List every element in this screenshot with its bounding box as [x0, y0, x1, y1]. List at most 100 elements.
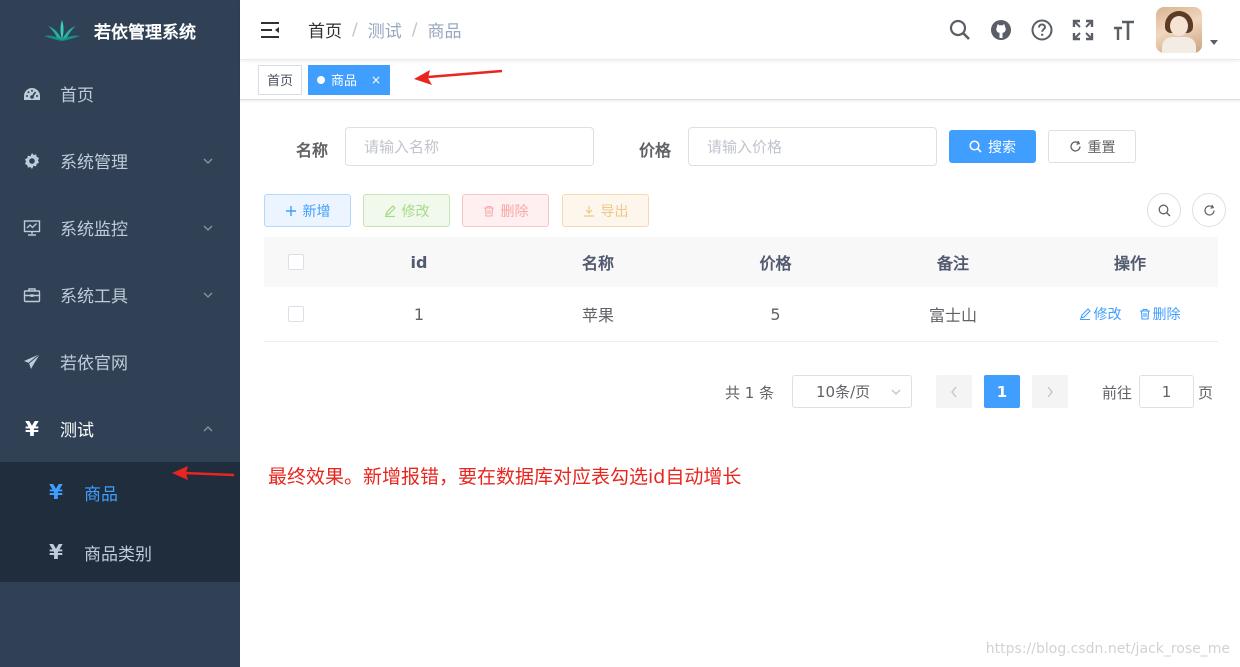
tab-home[interactable]: 首页 — [258, 64, 303, 95]
download-icon — [583, 205, 594, 217]
table-row: 1 苹果 5 富士山 修改 删除 — [264, 287, 1218, 342]
column-header-remark: 备注 — [936, 254, 969, 273]
edit-icon — [1080, 308, 1092, 320]
fullscreen-icon[interactable] — [1071, 18, 1095, 42]
search-icon — [969, 140, 982, 153]
font-size-icon[interactable] — [1112, 18, 1136, 42]
cell-remark: 富士山 — [928, 306, 977, 325]
sidebar-item-label: 首页 — [60, 86, 94, 106]
goto-label: 前往 — [1102, 384, 1133, 402]
tags-view: 首页 商品 × — [240, 60, 1240, 100]
add-button[interactable]: 新增 — [264, 194, 351, 227]
export-button[interactable]: 导出 — [562, 194, 649, 227]
sidebar-item-test[interactable]: ¥ 测试 — [0, 395, 240, 462]
sidebar-item-label: 系统管理 — [60, 153, 128, 173]
page-size-value: 10条/页 — [816, 383, 871, 401]
hamburger-icon[interactable] — [260, 20, 280, 40]
yen-icon: ¥ — [49, 540, 63, 564]
search-button[interactable]: 搜索 — [949, 130, 1036, 163]
breadcrumb: 首页 / 测试 / 商品 — [308, 17, 462, 43]
name-label: 名称 — [296, 141, 329, 160]
prev-page-button[interactable] — [936, 375, 972, 408]
delete-button[interactable]: 删除 — [462, 194, 549, 227]
plus-icon — [285, 205, 296, 216]
page-size-select[interactable]: 10条/页 — [792, 375, 912, 408]
sidebar-item-label: 测试 — [60, 421, 94, 441]
name-input[interactable]: 请输入名称 — [345, 127, 594, 166]
search-form: 名称 请输入名称 价格 请输入价格 搜索 重置 — [240, 127, 1240, 167]
trash-icon — [1139, 308, 1150, 320]
yen-icon: ¥ — [49, 480, 63, 504]
sidebar-item-label: 商品类别 — [84, 544, 152, 565]
row-checkbox[interactable] — [288, 306, 304, 322]
tab-goods[interactable]: 商品 × — [308, 64, 391, 95]
sidebar-item-tools[interactable]: 系统工具 — [0, 261, 240, 328]
row-edit-label: 修改 — [1093, 307, 1122, 323]
sidebar-item-label: 商品 — [84, 484, 118, 505]
search-icon — [1158, 204, 1170, 216]
goto-page-input[interactable]: 1 — [1139, 375, 1194, 408]
table-header: id 名称 价格 备注 操作 — [264, 237, 1218, 287]
select-all-checkbox[interactable] — [288, 254, 304, 270]
sidebar-item-monitor[interactable]: 系统监控 — [0, 194, 240, 261]
export-button-label: 导出 — [600, 203, 629, 220]
right-menu — [931, 0, 1218, 60]
navbar: 首页 / 测试 / 商品 — [240, 0, 1240, 60]
breadcrumb-test: 测试 — [367, 22, 402, 42]
pagination: 共 1 条 10条/页 1 前往 1 页 — [240, 375, 1240, 408]
breadcrumb-home[interactable]: 首页 — [308, 17, 342, 42]
chevron-down-icon — [891, 389, 901, 395]
edit-icon — [384, 204, 396, 217]
cell-price: 5 — [770, 304, 781, 324]
row-delete-link[interactable]: 删除 — [1139, 304, 1181, 324]
price-label: 价格 — [639, 141, 672, 160]
reset-button[interactable]: 重置 — [1048, 130, 1136, 163]
edit-button-label: 修改 — [401, 203, 430, 220]
edit-button[interactable]: 修改 — [363, 194, 450, 227]
toggle-search-button[interactable] — [1147, 193, 1181, 227]
chevron-down-icon — [203, 292, 213, 298]
annotation-arrow-sidebar — [172, 466, 235, 480]
paper-plane-icon — [22, 352, 42, 372]
close-icon[interactable]: × — [371, 73, 381, 87]
chevron-down-icon — [203, 158, 213, 164]
row-edit-link[interactable]: 修改 — [1079, 304, 1121, 324]
cell-actions: 修改 删除 — [1042, 304, 1218, 324]
breadcrumb-goods: 商品 — [427, 22, 462, 42]
annotation-arrow-tab — [414, 69, 503, 85]
sidebar-item-label: 系统监控 — [60, 220, 128, 240]
caret-down-icon[interactable] — [1210, 39, 1218, 45]
column-header-price: 价格 — [759, 254, 792, 273]
question-icon[interactable] — [1030, 18, 1054, 42]
active-dot-icon — [317, 75, 326, 84]
next-page-button[interactable] — [1032, 375, 1068, 408]
sidebar-item-home[interactable]: 首页 — [0, 60, 240, 127]
github-icon[interactable] — [989, 18, 1013, 42]
refresh-button[interactable] — [1192, 193, 1226, 227]
column-header-name: 名称 — [581, 254, 614, 273]
watermark: https://blog.csdn.net/jack_rose_me — [985, 641, 1230, 657]
sidebar-item-goods-category[interactable]: ¥ 商品类别 — [0, 522, 240, 582]
gear-icon — [22, 151, 42, 171]
cell-id: 1 — [413, 304, 425, 324]
sidebar-item-website[interactable]: 若依官网 — [0, 328, 240, 395]
search-icon[interactable] — [948, 18, 972, 42]
breadcrumb-separator: / — [411, 19, 418, 40]
chevron-down-icon — [203, 225, 213, 231]
pagination-total: 共 1 条 — [725, 384, 775, 402]
search-button-label: 搜索 — [988, 139, 1016, 156]
goods-table: id 名称 价格 备注 操作 1 苹果 5 富士山 修改 删除 — [264, 237, 1218, 342]
row-delete-label: 删除 — [1152, 307, 1181, 323]
price-input[interactable]: 请输入价格 — [688, 127, 937, 166]
sidebar-item-system[interactable]: 系统管理 — [0, 127, 240, 194]
avatar[interactable] — [1156, 7, 1202, 53]
app-title: 若依管理系统 — [94, 22, 196, 43]
cell-name: 苹果 — [581, 306, 614, 325]
logo-icon — [44, 20, 80, 41]
logo[interactable]: 若依管理系统 — [0, 0, 240, 60]
delete-button-label: 删除 — [500, 203, 529, 220]
chevron-left-icon — [951, 386, 957, 397]
page-number[interactable]: 1 — [984, 375, 1020, 408]
breadcrumb-separator: / — [352, 19, 358, 40]
chevron-up-icon — [203, 425, 213, 431]
